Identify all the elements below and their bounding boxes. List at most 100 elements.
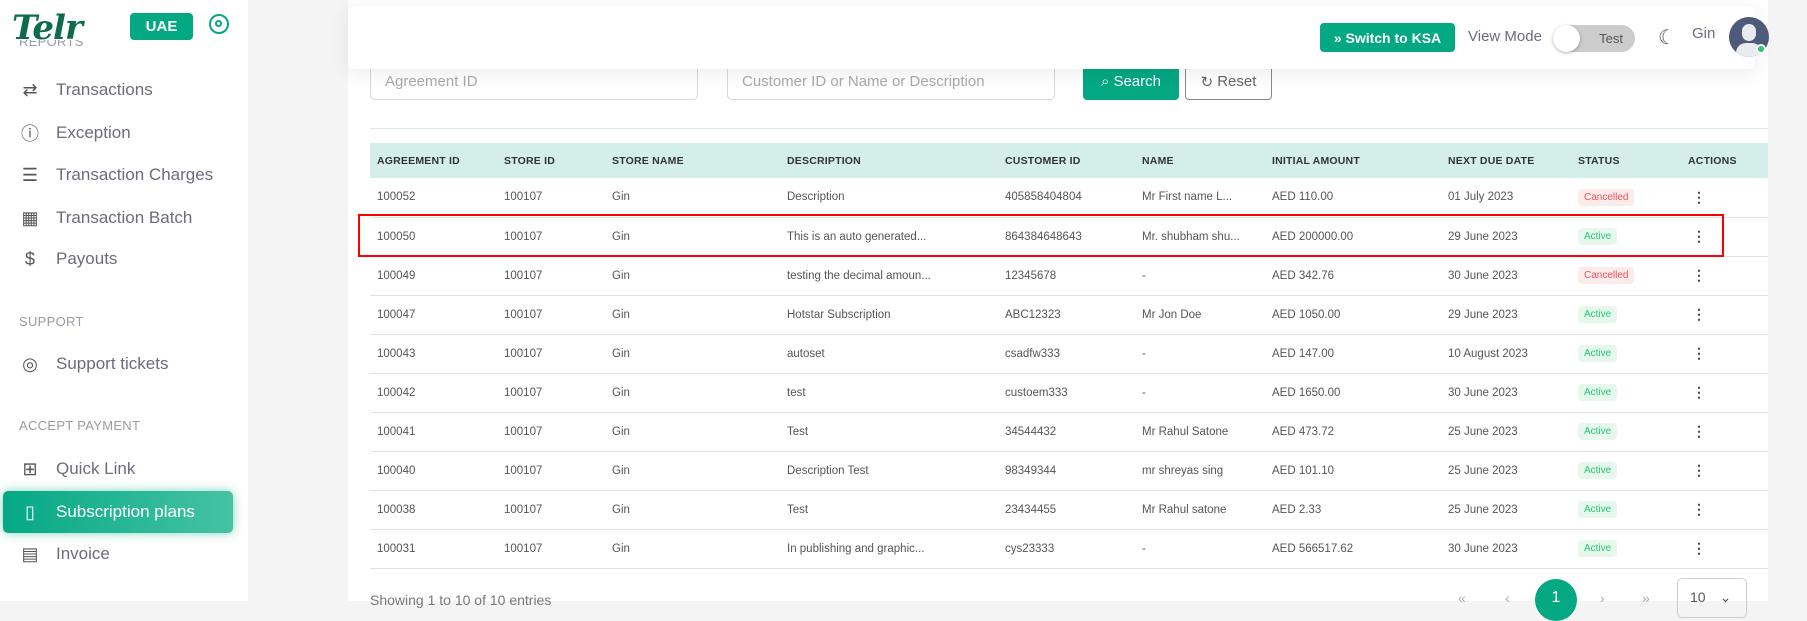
table-cell: Description Test (780, 451, 998, 491)
status-cell: Active (1571, 295, 1681, 335)
last-page-button[interactable]: » (1642, 590, 1650, 606)
status-badge: Active (1578, 306, 1618, 323)
toggle-knob (1553, 25, 1580, 52)
table-cell: Gin (605, 334, 780, 374)
table-cell: cys23333 (998, 529, 1135, 569)
more-actions-icon[interactable]: ⋮ (1688, 540, 1706, 556)
search-label: Search (1113, 73, 1161, 90)
table-cell: 100107 (497, 217, 605, 257)
table-cell: 100107 (497, 373, 605, 413)
column-header[interactable]: NEXT DUE DATE (1441, 143, 1571, 178)
table-cell: - (1135, 373, 1265, 413)
table-row[interactable]: 100043 100107 Gin autoset csadfw333- AED 147.… (370, 334, 1768, 374)
status-badge: Active (1578, 501, 1618, 518)
more-actions-icon[interactable]: ⋮ (1688, 423, 1706, 439)
column-header[interactable]: STATUS (1571, 143, 1681, 178)
more-actions-icon[interactable]: ⋮ (1688, 501, 1706, 517)
sidebar-item-payouts[interactable]: $ Payouts (3, 238, 233, 280)
status-badge: Active (1578, 384, 1618, 401)
sidebar-item-label: Invoice (56, 544, 110, 563)
table-cell: 100040 (370, 451, 497, 491)
column-header[interactable]: NAME (1135, 143, 1265, 178)
sidebar-item-exception[interactable]: ⓘ Exception (3, 112, 233, 154)
table-cell: 25 June 2023 (1441, 412, 1571, 452)
moon-icon[interactable]: ☾ (1658, 25, 1676, 50)
status-badge: Cancelled (1578, 188, 1635, 206)
more-actions-icon[interactable]: ⋮ (1688, 306, 1706, 322)
more-actions-icon[interactable]: ⋮ (1688, 189, 1706, 205)
book-icon: ▯ (25, 501, 35, 522)
page-size-select[interactable]: 10 ⌄ (1677, 578, 1747, 618)
divider (370, 128, 1768, 129)
status-badge: Active (1578, 228, 1618, 245)
table-cell: This is an auto generated... (780, 217, 998, 257)
sidebar-item-subscription-plans[interactable]: ▯ Subscription plans (3, 491, 233, 533)
table-cell: 34544432 (998, 412, 1135, 452)
more-actions-icon[interactable]: ⋮ (1688, 462, 1706, 478)
table-cell: 864384648643 (998, 217, 1135, 257)
prev-page-button[interactable]: ‹ (1505, 590, 1510, 606)
column-header[interactable]: ACTIONS (1681, 143, 1768, 178)
column-header[interactable]: CUSTOMER ID (998, 143, 1135, 178)
sidebar-item-label: Transaction Batch (56, 208, 193, 227)
subscription-table: AGREEMENT ID STORE ID STORE NAME DESCRIPTIO… (370, 143, 1768, 569)
table-row[interactable]: 100042 100107 Gin test custoem333- AED 1650.0… (370, 373, 1768, 413)
target-icon[interactable] (209, 14, 229, 34)
column-header[interactable]: STORE NAME (605, 143, 780, 178)
sidebar-item-label: Subscription plans (56, 502, 195, 521)
table-cell: AED 1050.00 (1265, 295, 1441, 335)
actions-cell: ⋮ (1681, 373, 1768, 413)
view-mode-toggle[interactable]: Test (1553, 25, 1635, 52)
table-row[interactable]: 100050 100107 Gin This is an auto generated… (370, 217, 1768, 257)
more-actions-icon[interactable]: ⋮ (1688, 267, 1706, 283)
table-cell: 100041 (370, 412, 497, 452)
status-cell: Cancelled (1571, 178, 1681, 218)
sidebar-item-label: Transaction Charges (56, 165, 214, 184)
switch-to-ksa-button[interactable]: » Switch to KSA (1320, 23, 1455, 52)
view-mode-value: Test (1599, 31, 1623, 46)
column-header[interactable]: AGREEMENT ID (370, 143, 497, 178)
sidebar-item-transaction-charges[interactable]: ☰ Transaction Charges (3, 154, 233, 196)
first-page-button[interactable]: « (1458, 590, 1466, 606)
sidebar-item-label: Quick Link (56, 459, 136, 478)
table-cell: 10 August 2023 (1441, 334, 1571, 374)
region-button[interactable]: UAE (130, 13, 193, 40)
more-actions-icon[interactable]: ⋮ (1688, 345, 1706, 361)
table-cell: Gin (605, 490, 780, 530)
table-row[interactable]: 100052 100107 Gin Description 405858404804 Mr… (370, 178, 1768, 218)
table-cell: test (780, 373, 998, 413)
table-row[interactable]: 100031 100107 Gin In publishing and graphic… (370, 529, 1768, 569)
status-cell: Cancelled (1571, 256, 1681, 296)
sidebar-item-support-tickets[interactable]: ◎ Support tickets (3, 343, 233, 385)
table-cell: 100047 (370, 295, 497, 335)
table-cell: 100049 (370, 256, 497, 296)
table-cell: Description (780, 178, 998, 218)
table-row[interactable]: 100038 100107 Gin Test 23434455 Mr Rahul sato… (370, 490, 1768, 530)
table-cell: Gin (605, 373, 780, 413)
column-header[interactable]: INITIAL AMOUNT (1265, 143, 1441, 178)
online-status-dot (1756, 44, 1766, 54)
table-row[interactable]: 100040 100107 Gin Description Test 98349344 m… (370, 451, 1768, 491)
table-cell: 100042 (370, 373, 497, 413)
page-1-button[interactable]: 1 (1535, 579, 1577, 621)
sidebar-item-transaction-batch[interactable]: ▦ Transaction Batch (3, 197, 233, 239)
sidebar-item-invoice[interactable]: ▤ Invoice (3, 533, 233, 575)
table-cell: 30 June 2023 (1441, 529, 1571, 569)
column-header[interactable]: STORE ID (497, 143, 605, 178)
column-header[interactable]: DESCRIPTION (780, 143, 998, 178)
next-page-button[interactable]: › (1600, 590, 1605, 606)
table-row[interactable]: 100049 100107 Gin testing the decimal amoun… (370, 256, 1768, 296)
table-row[interactable]: 100041 100107 Gin Test 34544432 Mr Rahul Sato… (370, 412, 1768, 452)
table-row[interactable]: 100047 100107 Gin Hotstar Subscription ABC12… (370, 295, 1768, 335)
more-actions-icon[interactable]: ⋮ (1688, 384, 1706, 400)
more-actions-icon[interactable]: ⋮ (1688, 228, 1706, 244)
table-cell: Test (780, 490, 998, 530)
table-cell: csadfw333 (998, 334, 1135, 374)
sidebar-item-transactions[interactable]: ⇄ Transactions (3, 69, 233, 111)
sidebar-item-quick-link[interactable]: ⊞ Quick Link (3, 448, 233, 490)
table-cell: AED 110.00 (1265, 178, 1441, 218)
table-cell: 100052 (370, 178, 497, 218)
table-cell: autoset (780, 334, 998, 374)
table-cell: In publishing and graphic... (780, 529, 998, 569)
table-cell: AED 2.33 (1265, 490, 1441, 530)
